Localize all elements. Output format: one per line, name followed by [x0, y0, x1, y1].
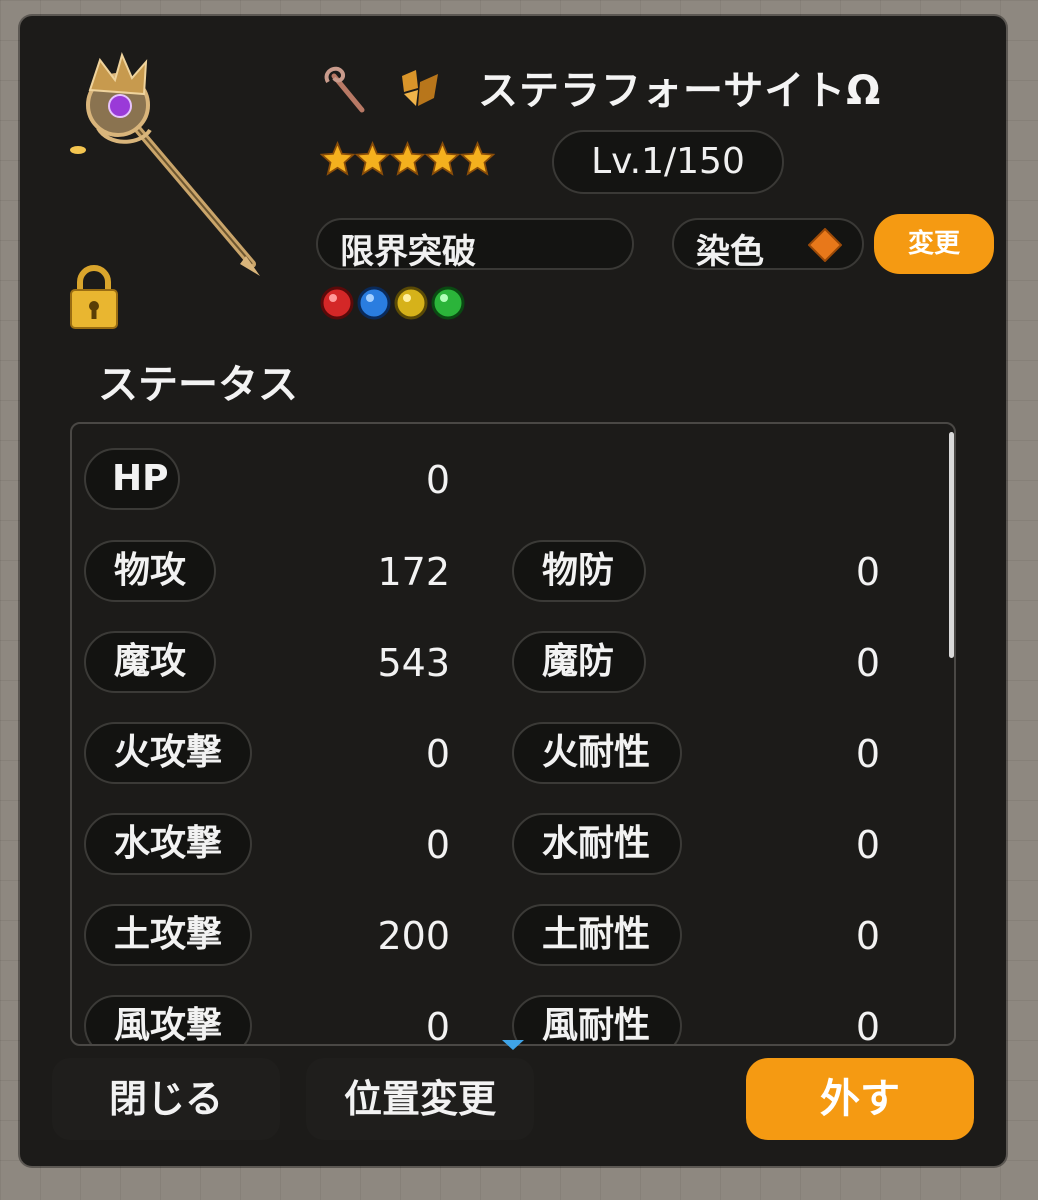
- stat-value: 0: [855, 732, 880, 776]
- status-scrollbar[interactable]: [949, 432, 954, 658]
- stat-label: 火攻撃: [84, 722, 252, 784]
- scroll-down-arrow-icon[interactable]: [502, 1040, 524, 1050]
- stat-label: 風耐性: [512, 995, 682, 1044]
- status-section-title: ステータス: [98, 362, 298, 408]
- lock-icon[interactable]: [68, 262, 120, 332]
- stat-row-physical: 物攻 172 物防 0: [72, 540, 954, 604]
- earth-element-icon: [402, 70, 438, 106]
- weapon-name: ステラフォーサイトΩ: [478, 68, 882, 114]
- stat-row-hp: HP 0: [72, 448, 954, 512]
- reposition-button[interactable]: 位置変更: [306, 1058, 534, 1140]
- blue-orb-icon: [357, 286, 391, 320]
- stat-value: 0: [855, 550, 880, 594]
- stat-value: 0: [855, 914, 880, 958]
- stat-value: 172: [377, 550, 450, 594]
- dye-change-button[interactable]: 変更: [874, 214, 994, 274]
- slot-orbs: [320, 286, 465, 320]
- stat-value: 0: [425, 823, 450, 867]
- dye-label: 染色: [696, 232, 764, 272]
- stat-row-earth: 土攻撃 200 土耐性 0: [72, 904, 954, 968]
- stat-label: 風攻撃: [84, 995, 252, 1044]
- stat-label: 魔攻: [84, 631, 216, 693]
- stat-label: 物防: [512, 540, 646, 602]
- stat-value: 200: [377, 914, 450, 958]
- stat-label: 水攻撃: [84, 813, 252, 875]
- limit-break-bar: 限界突破: [316, 218, 634, 272]
- stat-value: 0: [855, 823, 880, 867]
- rarity-stars: [320, 140, 495, 182]
- stat-value: 0: [425, 458, 450, 502]
- stat-row-water: 水攻撃 0 水耐性 0: [72, 813, 954, 877]
- dye-badge: 染色: [672, 218, 864, 272]
- star-icon: [390, 140, 425, 176]
- star-icon: [355, 140, 390, 176]
- weapon-image: [70, 52, 260, 276]
- green-orb-icon: [431, 286, 465, 320]
- stat-value: 0: [855, 641, 880, 685]
- stat-label: 物攻: [84, 540, 216, 602]
- close-button[interactable]: 閉じる: [52, 1058, 280, 1140]
- staff-icon: [324, 66, 365, 113]
- stat-label: 水耐性: [512, 813, 682, 875]
- yellow-orb-icon: [394, 286, 428, 320]
- status-list[interactable]: HP 0 物攻 172 物防 0 魔攻 543 魔防 0 火攻撃 0 火耐性 0…: [70, 422, 956, 1046]
- limit-break-label: 限界突破: [340, 232, 476, 272]
- stat-label: 火耐性: [512, 722, 682, 784]
- red-orb-icon: [320, 286, 354, 320]
- stat-row-magic: 魔攻 543 魔防 0: [72, 631, 954, 695]
- remove-button[interactable]: 外す: [746, 1058, 974, 1140]
- stat-row-wind: 風攻撃 0 風耐性 0: [72, 995, 954, 1046]
- stat-label: 土攻撃: [84, 904, 252, 966]
- level-badge: Lv.1/150: [552, 130, 784, 194]
- dye-swatch-icon: [808, 228, 842, 262]
- stat-row-fire: 火攻撃 0 火耐性 0: [72, 722, 954, 786]
- star-icon: [460, 140, 495, 176]
- stat-value: 0: [425, 1005, 450, 1046]
- stat-value: 0: [425, 732, 450, 776]
- star-icon: [320, 140, 355, 176]
- stat-value: 543: [377, 641, 450, 685]
- level-text: Lv.1/150: [591, 141, 745, 182]
- stat-label: 土耐性: [512, 904, 682, 966]
- stat-label: 魔防: [512, 631, 646, 693]
- stat-label: HP: [84, 448, 180, 510]
- stat-value: 0: [855, 1005, 880, 1046]
- star-icon: [425, 140, 460, 176]
